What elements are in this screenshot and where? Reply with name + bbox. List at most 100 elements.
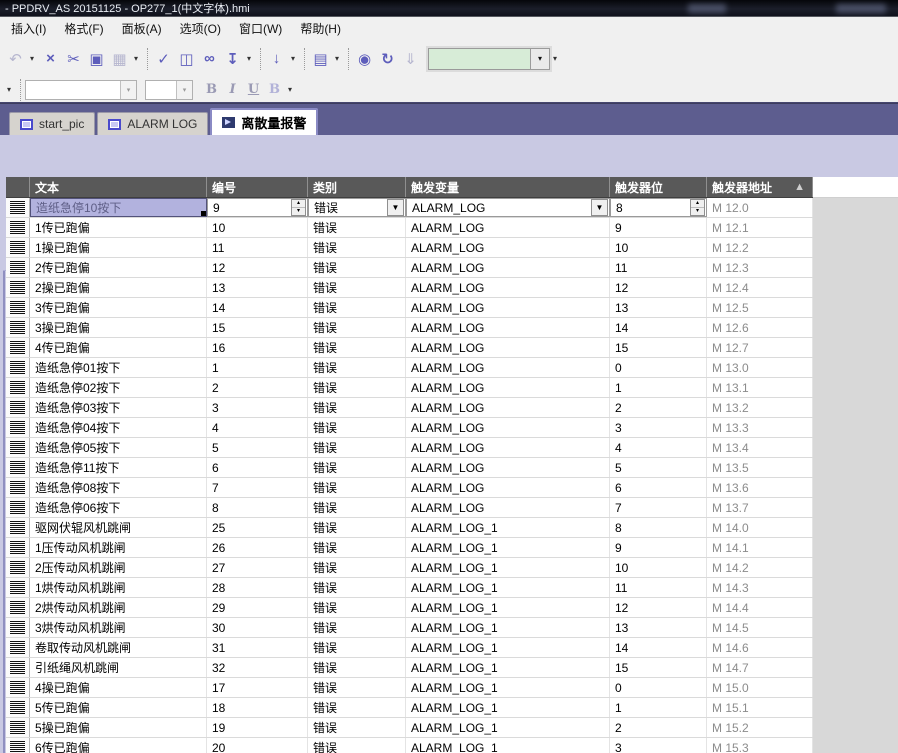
cell-number[interactable]: 14 bbox=[207, 298, 308, 317]
cell-number[interactable]: 1 bbox=[207, 358, 308, 377]
toolbar-caret[interactable]: ▾ bbox=[27, 54, 37, 63]
cell-trigger-tag[interactable]: ALARM_LOG bbox=[406, 438, 610, 457]
cell-trigger-bit[interactable]: 1 bbox=[610, 698, 707, 717]
row-selector[interactable] bbox=[6, 338, 30, 357]
cell-text[interactable]: 1传已跑偏 bbox=[30, 218, 207, 237]
cell-trigger-tag[interactable]: ALARM_LOG bbox=[406, 398, 610, 417]
cell-text[interactable]: 造纸急停06按下 bbox=[30, 498, 207, 517]
cell-number[interactable]: 12 bbox=[207, 258, 308, 277]
cell-class[interactable]: 错误 bbox=[308, 578, 406, 597]
find-icon[interactable]: ◉ bbox=[353, 48, 376, 70]
cut-icon[interactable]: ✂ bbox=[62, 48, 85, 70]
cell-trigger-tag[interactable]: ALARM_LOG ▼ bbox=[406, 198, 610, 217]
download-icon[interactable]: ↧ bbox=[221, 48, 244, 70]
language-combo[interactable]: ▾ bbox=[428, 47, 550, 70]
cell-number[interactable]: 3 bbox=[207, 398, 308, 417]
simulate-icon[interactable]: ∞ bbox=[198, 48, 221, 70]
cell-number[interactable]: 6 bbox=[207, 458, 308, 477]
cell-trigger-bit[interactable]: 3 bbox=[610, 738, 707, 753]
table-row[interactable]: 造纸急停10按下 9 ▴ ▾ 错误 ▼ ALARM_LOG ▼ 8 ▴ ▾ M 12.0 bbox=[6, 198, 813, 218]
cell-text[interactable]: 造纸急停04按下 bbox=[30, 418, 207, 437]
table-row[interactable]: 造纸急停05按下 5 错误 ALARM_LOG 4 M 13.4 bbox=[6, 438, 813, 458]
cell-class[interactable]: 错误 bbox=[308, 718, 406, 737]
row-selector[interactable] bbox=[6, 538, 30, 557]
row-selector[interactable] bbox=[6, 318, 30, 337]
cell-class[interactable]: 错误 bbox=[308, 438, 406, 457]
table-row[interactable]: 造纸急停11按下 6 错误 ALARM_LOG 5 M 13.5 bbox=[6, 458, 813, 478]
cell-number[interactable]: 9 ▴ ▾ bbox=[207, 198, 308, 217]
cell-number[interactable]: 20 bbox=[207, 738, 308, 753]
cell-trigger-tag[interactable]: ALARM_LOG bbox=[406, 418, 610, 437]
row-selector[interactable] bbox=[6, 458, 30, 477]
cell-trigger-tag[interactable]: ALARM_LOG_1 bbox=[406, 718, 610, 737]
object-list-icon[interactable]: ▤ bbox=[309, 48, 332, 70]
dropdown-button[interactable]: ▼ bbox=[387, 199, 404, 216]
spinner[interactable]: ▴ ▾ bbox=[291, 199, 306, 216]
spinner-down-icon[interactable]: ▾ bbox=[691, 208, 704, 215]
row-selector[interactable] bbox=[6, 618, 30, 637]
cell-text[interactable]: 4传已跑偏 bbox=[30, 338, 207, 357]
row-selector[interactable] bbox=[6, 218, 30, 237]
cell-trigger-tag[interactable]: ALARM_LOG bbox=[406, 258, 610, 277]
cell-trigger-tag[interactable]: ALARM_LOG_1 bbox=[406, 558, 610, 577]
cell-trigger-tag[interactable]: ALARM_LOG bbox=[406, 478, 610, 497]
bold-button[interactable]: B bbox=[201, 80, 222, 100]
cell-class[interactable]: 错误 bbox=[308, 538, 406, 557]
cell-trigger-bit[interactable]: 13 bbox=[610, 618, 707, 637]
cell-class[interactable]: 错误 bbox=[308, 258, 406, 277]
cell-trigger-bit[interactable]: 10 bbox=[610, 238, 707, 257]
cell-trigger-bit[interactable]: 0 bbox=[610, 678, 707, 697]
cell-trigger-bit[interactable]: 1 bbox=[610, 378, 707, 397]
cell-text[interactable]: 2操已跑偏 bbox=[30, 278, 207, 297]
table-row[interactable]: 4操已跑偏 17 错误 ALARM_LOG_1 0 M 15.0 bbox=[6, 678, 813, 698]
cell-trigger-bit[interactable]: 2 bbox=[610, 718, 707, 737]
table-row[interactable]: 3传已跑偏 14 错误 ALARM_LOG 13 M 12.5 bbox=[6, 298, 813, 318]
cell-trigger-tag[interactable]: ALARM_LOG bbox=[406, 358, 610, 377]
cell-trigger-bit[interactable]: 12 bbox=[610, 598, 707, 617]
spinner-up-icon[interactable]: ▴ bbox=[292, 200, 305, 208]
menu-item[interactable]: 面板(A) bbox=[113, 17, 171, 40]
cell-class[interactable]: 错误 bbox=[308, 738, 406, 753]
row-selector[interactable] bbox=[6, 678, 30, 697]
table-row[interactable]: 造纸急停01按下 1 错误 ALARM_LOG 0 M 13.0 bbox=[6, 358, 813, 378]
table-row[interactable]: 造纸急停08按下 7 错误 ALARM_LOG 6 M 13.6 bbox=[6, 478, 813, 498]
cell-trigger-tag[interactable]: ALARM_LOG_1 bbox=[406, 658, 610, 677]
row-selector[interactable] bbox=[6, 738, 30, 753]
cell-class[interactable]: 错误 bbox=[308, 298, 406, 317]
cell-class[interactable]: 错误 bbox=[308, 218, 406, 237]
cell-text[interactable]: 5操已跑偏 bbox=[30, 718, 207, 737]
table-row[interactable]: 造纸急停02按下 2 错误 ALARM_LOG 1 M 13.1 bbox=[6, 378, 813, 398]
menu-item[interactable]: 插入(I) bbox=[2, 17, 55, 40]
row-selector[interactable] bbox=[6, 258, 30, 277]
cell-trigger-tag[interactable]: ALARM_LOG_1 bbox=[406, 678, 610, 697]
table-row[interactable]: 6传已跑偏 20 错误 ALARM_LOG_1 3 M 15.3 bbox=[6, 738, 813, 753]
table-row[interactable]: 5操已跑偏 19 错误 ALARM_LOG_1 2 M 15.2 bbox=[6, 718, 813, 738]
cell-trigger-tag[interactable]: ALARM_LOG_1 bbox=[406, 538, 610, 557]
column-header-addr[interactable]: 触发器地址 ▲ bbox=[707, 177, 813, 197]
spinner-down-icon[interactable]: ▾ bbox=[292, 208, 305, 215]
cell-text[interactable]: 3操已跑偏 bbox=[30, 318, 207, 337]
cell-trigger-tag[interactable]: ALARM_LOG_1 bbox=[406, 578, 610, 597]
chevron-down-icon[interactable]: ▾ bbox=[176, 80, 192, 99]
table-row[interactable]: 2传已跑偏 12 错误 ALARM_LOG 11 M 12.3 bbox=[6, 258, 813, 278]
cell-class[interactable]: 错误 bbox=[308, 458, 406, 477]
cell-class[interactable]: 错误 bbox=[308, 278, 406, 297]
table-row[interactable]: 5传已跑偏 18 错误 ALARM_LOG_1 1 M 15.1 bbox=[6, 698, 813, 718]
cell-number[interactable]: 5 bbox=[207, 438, 308, 457]
delete-icon[interactable]: × bbox=[39, 48, 62, 70]
cell-class[interactable]: 错误 bbox=[308, 638, 406, 657]
menu-item[interactable]: 窗口(W) bbox=[230, 17, 291, 40]
cell-text[interactable]: 造纸急停01按下 bbox=[30, 358, 207, 377]
table-row[interactable]: 2操已跑偏 13 错误 ALARM_LOG 12 M 12.4 bbox=[6, 278, 813, 298]
cell-class[interactable]: 错误 bbox=[308, 338, 406, 357]
cell-text[interactable]: 造纸急停08按下 bbox=[30, 478, 207, 497]
cell-class[interactable]: 错误 bbox=[308, 658, 406, 677]
cell-trigger-tag[interactable]: ALARM_LOG bbox=[406, 318, 610, 337]
cell-trigger-bit[interactable]: 5 bbox=[610, 458, 707, 477]
table-row[interactable]: 4传已跑偏 16 错误 ALARM_LOG 15 M 12.7 bbox=[6, 338, 813, 358]
tab-start_pic[interactable]: start_pic bbox=[9, 112, 96, 135]
cell-trigger-bit[interactable]: 4 bbox=[610, 438, 707, 457]
rearrange-icon[interactable]: ↓ bbox=[265, 48, 288, 70]
cell-text[interactable]: 3烘传动风机跳闸 bbox=[30, 618, 207, 637]
cell-trigger-tag[interactable]: ALARM_LOG_1 bbox=[406, 598, 610, 617]
